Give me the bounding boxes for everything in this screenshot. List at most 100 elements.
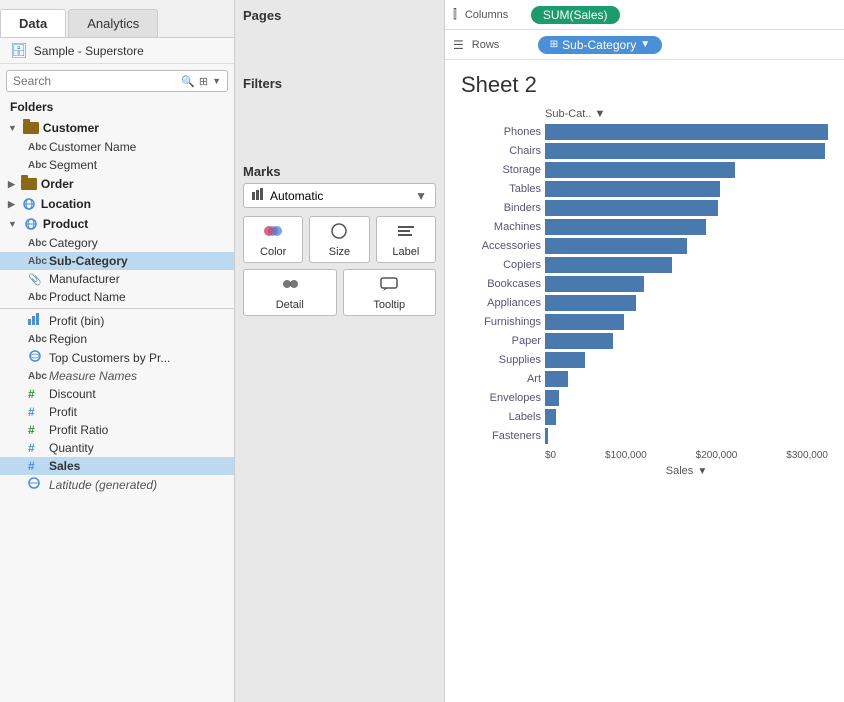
color-label: Color	[260, 246, 286, 258]
x-label-2: $200,000	[696, 450, 738, 461]
chevron-down-icon: ▼	[8, 219, 17, 229]
bar-row: Machines	[461, 219, 828, 235]
list-item[interactable]: # Quantity	[0, 439, 234, 457]
bar-row: Copiers	[461, 257, 828, 273]
dropdown-icon: ▼	[212, 76, 221, 86]
type-abc-icon: Abc	[28, 142, 44, 153]
list-item[interactable]: # Profit	[0, 403, 234, 421]
bar-track[interactable]	[545, 371, 828, 387]
color-button[interactable]: Color	[243, 216, 303, 263]
rows-pill[interactable]: ⊞ Sub-Category ▼	[538, 36, 662, 54]
location-group-header[interactable]: ▶ Location	[0, 194, 234, 214]
marks-label: Marks	[243, 164, 436, 179]
type-hash-icon: #	[28, 441, 44, 455]
bar-track[interactable]	[545, 295, 828, 311]
bar-fill	[545, 124, 828, 140]
bar-fill	[545, 295, 636, 311]
bar-track[interactable]	[545, 390, 828, 406]
item-label: Sub-Category	[49, 254, 128, 268]
sort-icon[interactable]: ▼	[594, 108, 605, 120]
size-button[interactable]: Size	[309, 216, 369, 263]
list-item[interactable]: # Discount	[0, 385, 234, 403]
list-item[interactable]: Abc Customer Name	[0, 138, 234, 156]
bar-track[interactable]	[545, 238, 828, 254]
item-label: Profit (bin)	[49, 314, 104, 328]
x-label-0: $0	[545, 450, 556, 461]
list-item[interactable]: # Profit Ratio	[0, 421, 234, 439]
tooltip-label: Tooltip	[373, 299, 405, 311]
bar-track[interactable]	[545, 124, 828, 140]
axis-label-text: Sales	[666, 465, 694, 477]
bar-row: Appliances	[461, 295, 828, 311]
tooltip-button[interactable]: Tooltip	[343, 269, 437, 316]
list-item[interactable]: Profit (bin)	[0, 311, 234, 330]
chart-content: Sub-Cat.. ▼ PhonesChairsStorageTablesBin…	[461, 108, 828, 477]
bar-row: Fasteners	[461, 428, 828, 444]
bar-track[interactable]	[545, 257, 828, 273]
order-group-label: Order	[41, 177, 74, 191]
list-item[interactable]: Abc Category	[0, 234, 234, 252]
bar-label: Storage	[461, 164, 541, 176]
bar-track[interactable]	[545, 181, 828, 197]
customer-group-label: Customer	[43, 121, 99, 135]
bar-track[interactable]	[545, 428, 828, 444]
list-item[interactable]: Abc Segment	[0, 156, 234, 174]
bar-label: Binders	[461, 202, 541, 214]
chart-header: Sub-Cat.. ▼	[461, 108, 828, 120]
tab-analytics[interactable]: Analytics	[68, 9, 158, 37]
list-item[interactable]: Abc Region	[0, 330, 234, 348]
folder-icon	[23, 122, 39, 134]
bar-track[interactable]	[545, 200, 828, 216]
customer-group-header[interactable]: ▼ Customer	[0, 118, 234, 138]
list-item[interactable]: Latitude (generated)	[0, 475, 234, 494]
bar-fill	[545, 276, 644, 292]
product-group-label: Product	[43, 217, 88, 231]
bar-track[interactable]	[545, 219, 828, 235]
bar-label: Copiers	[461, 259, 541, 271]
list-item[interactable]: # Sales	[0, 457, 234, 475]
bar-row: Tables	[461, 181, 828, 197]
bar-track[interactable]	[545, 409, 828, 425]
item-label: Quantity	[49, 441, 94, 455]
list-item[interactable]: Abc Measure Names	[0, 367, 234, 385]
product-group: ▼ Product Abc Category Abc Sub-Category	[0, 214, 234, 306]
item-label: Sales	[49, 459, 80, 473]
list-item[interactable]: 📎 Manufacturer	[0, 270, 234, 288]
label-button[interactable]: Label	[376, 216, 436, 263]
type-hash-icon: #	[28, 387, 44, 401]
marks-buttons-row2: Detail Tooltip	[243, 269, 436, 316]
detail-button[interactable]: Detail	[243, 269, 337, 316]
bar-track[interactable]	[545, 314, 828, 330]
list-item[interactable]: Top Customers by Pr...	[0, 348, 234, 367]
marks-buttons: Color Size	[243, 216, 436, 263]
axis-sort-icon[interactable]: ▼	[697, 466, 707, 477]
columns-pill[interactable]: SUM(Sales)	[531, 6, 620, 24]
bar-fill	[545, 238, 687, 254]
search-input[interactable]	[13, 74, 177, 88]
bar-row: Art	[461, 371, 828, 387]
datasource-label: Sample - Superstore	[34, 44, 144, 58]
size-label: Size	[329, 246, 350, 258]
rows-pill-icon: ⊞	[550, 39, 558, 50]
item-label: Category	[49, 236, 98, 250]
bar-track[interactable]	[545, 162, 828, 178]
type-abc-icon: Abc	[28, 256, 44, 267]
product-group-header[interactable]: ▼ Product	[0, 214, 234, 234]
rows-icon: ☰	[453, 38, 464, 52]
bar-track[interactable]	[545, 352, 828, 368]
search-bar[interactable]: 🔍 ⊞ ▼	[6, 70, 228, 92]
order-group-header[interactable]: ▶ Order	[0, 174, 234, 194]
bar-track[interactable]	[545, 276, 828, 292]
bar-track[interactable]	[545, 143, 828, 159]
bar-row: Bookcases	[461, 276, 828, 292]
right-panel: ⫿ Columns SUM(Sales) ☰ Rows ⊞ Sub-Catego…	[445, 0, 844, 702]
tab-data[interactable]: Data	[0, 9, 66, 37]
list-item[interactable]: Abc Product Name	[0, 288, 234, 306]
bar-track[interactable]	[545, 333, 828, 349]
marks-dropdown[interactable]: Automatic ▼	[243, 183, 436, 208]
tree-container: ▼ Customer Abc Customer Name Abc Segment	[0, 118, 234, 702]
list-item[interactable]: Abc Sub-Category	[0, 252, 234, 270]
bar-label: Chairs	[461, 145, 541, 157]
bar-row: Labels	[461, 409, 828, 425]
bar-fill	[545, 162, 735, 178]
